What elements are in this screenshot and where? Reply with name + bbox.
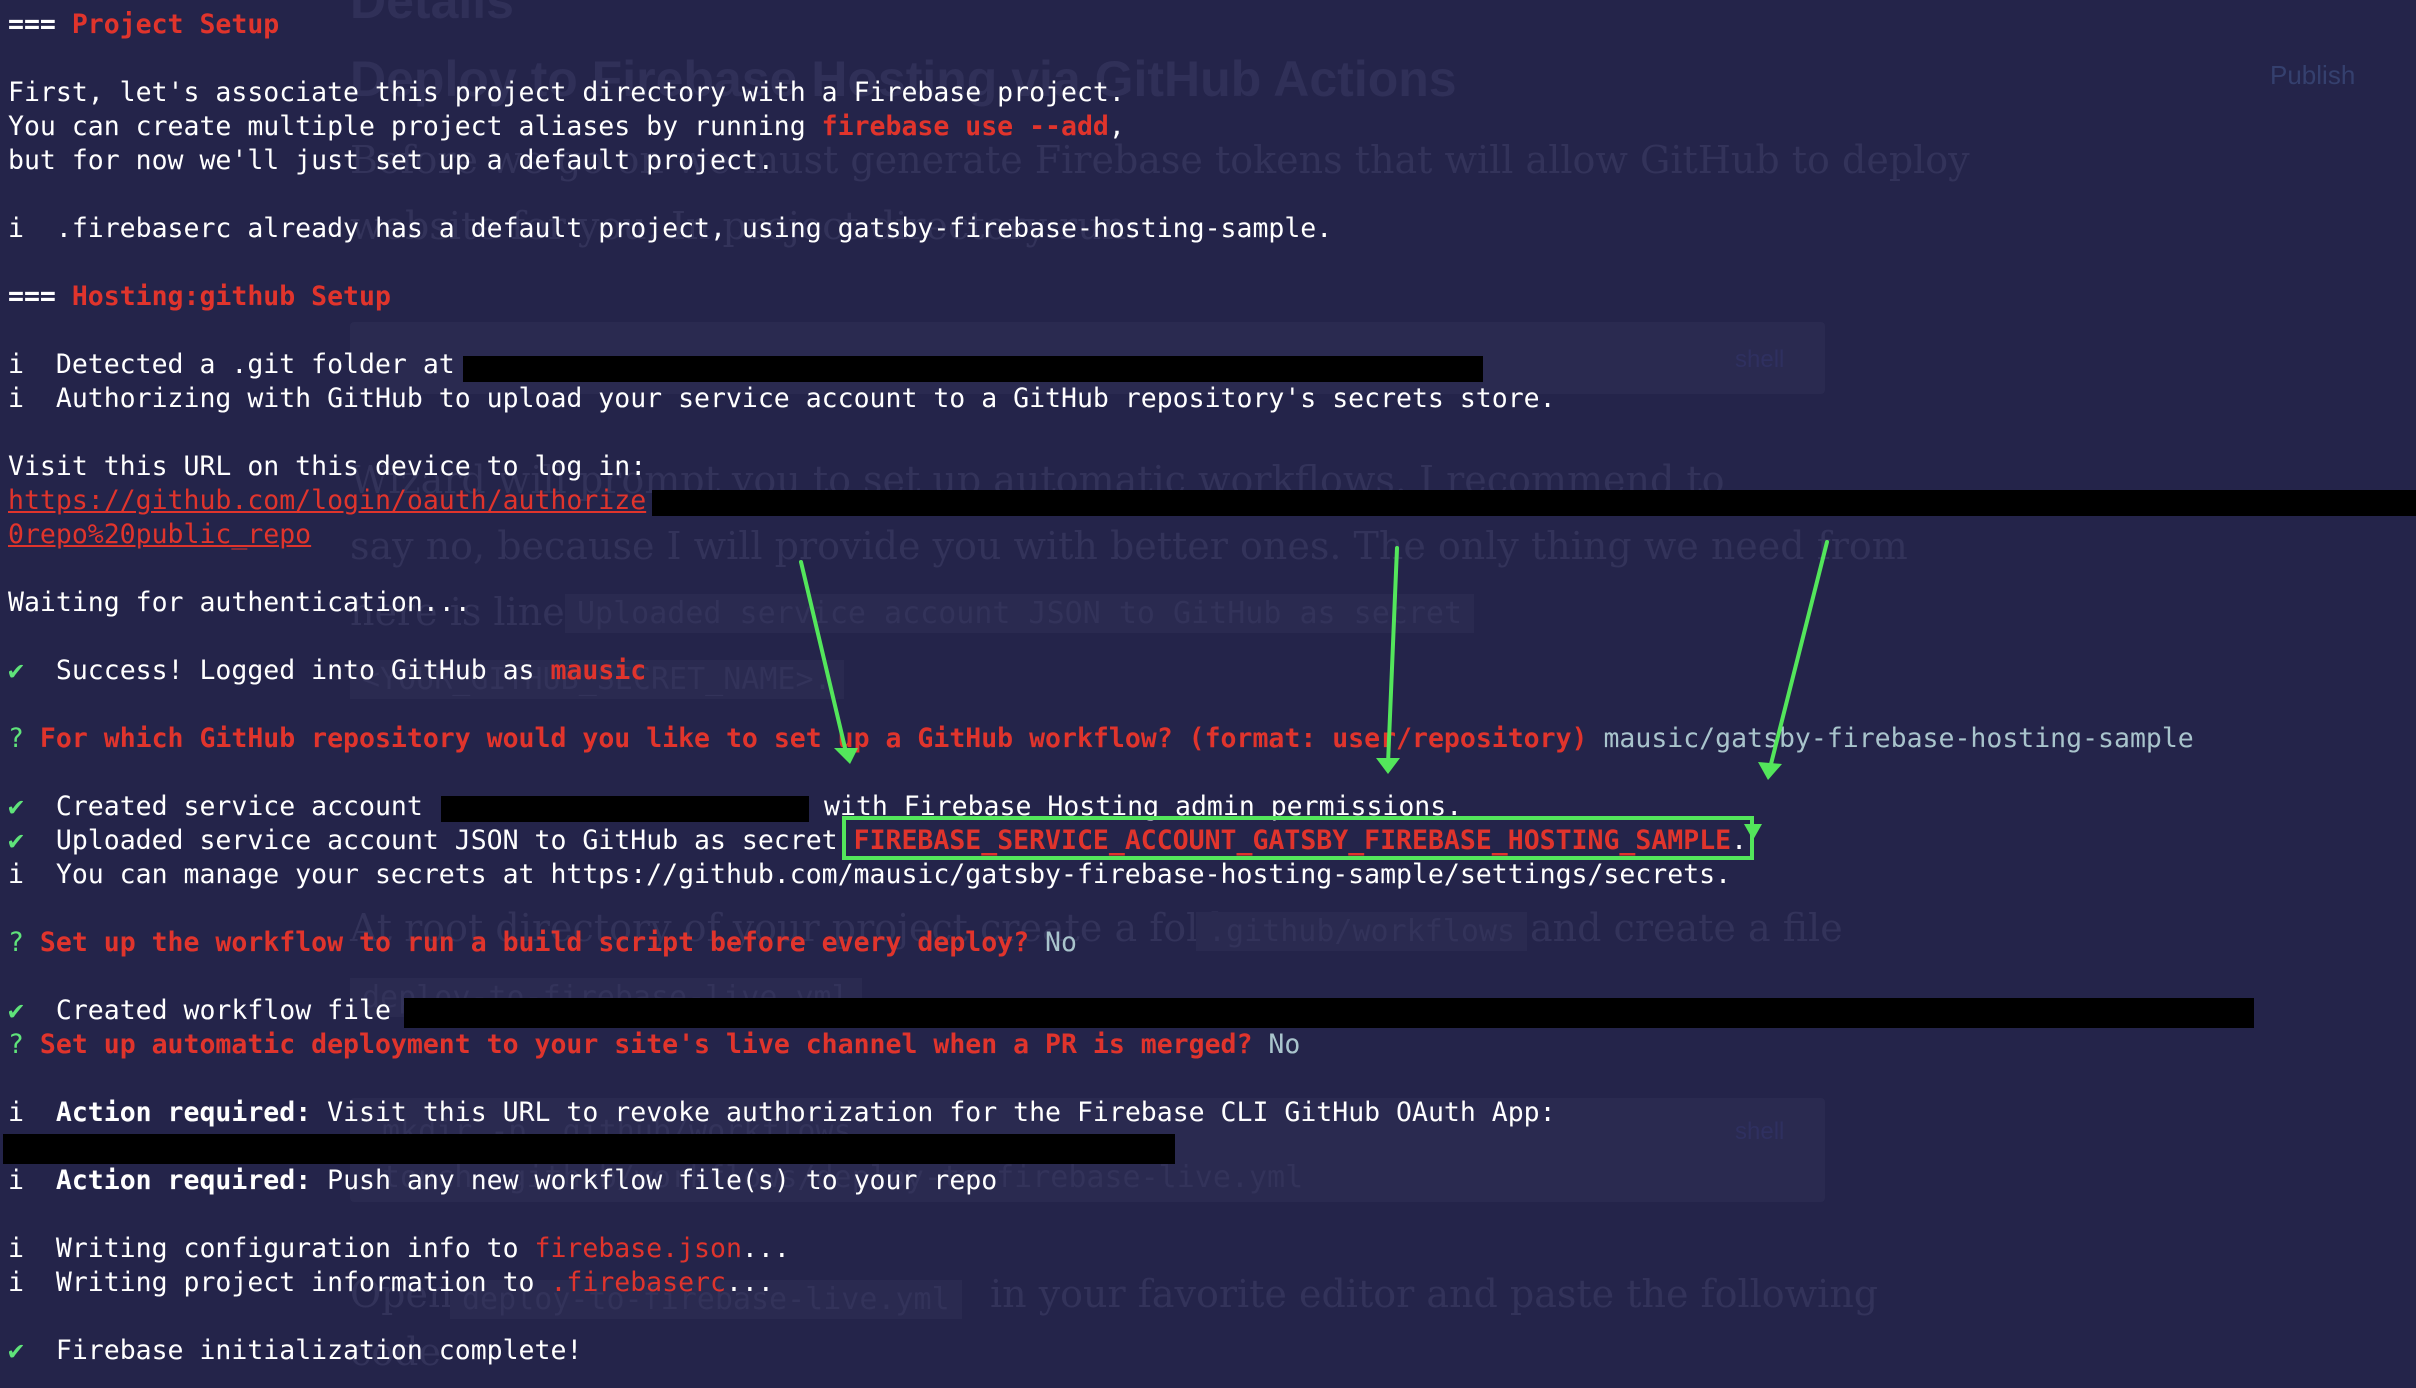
redacted-service-account — [441, 796, 809, 822]
terminal-line-write-config: i Writing configuration info to firebase… — [8, 1233, 790, 1264]
terminal-line: First, let's associate this project dire… — [8, 77, 1125, 108]
section-title: Hosting:github Setup — [71, 281, 391, 312]
checkmark-icon: ✔ — [8, 995, 24, 1026]
oauth-url-link[interactable]: https://github.com/login/oauth/authorize — [8, 484, 646, 518]
terminal-line-action-revoke: i Action required: Visit this URL to rev… — [8, 1097, 1556, 1128]
prompt-answer: mausic/gatsby-firebase-hosting-sample — [1587, 723, 2194, 754]
file-name: firebase.json — [534, 1233, 742, 1264]
prompt-repository: ? For which GitHub repository would you … — [8, 723, 2194, 754]
checkmark-icon: ✔ — [8, 825, 24, 856]
terminal-line: i Detected a .git folder at — [8, 349, 471, 380]
question-icon: ? — [8, 927, 24, 958]
oauth-url-link-continued[interactable]: 0repo%20public_repo — [8, 518, 311, 552]
terminal-line: You can create multiple project aliases … — [8, 111, 1125, 142]
checkmark-icon: ✔ — [8, 1335, 24, 1366]
terminal-line-success-login: ✔ Success! Logged into GitHub as mausic — [8, 655, 647, 686]
terminal-line: Visit this URL on this device to log in: — [8, 451, 647, 482]
section-header-hosting-github: === Hosting:github Setup — [8, 281, 391, 312]
terminal-line: Waiting for authentication... — [8, 587, 471, 618]
prompt-build-script: ? Set up the workflow to run a build scr… — [8, 927, 1077, 958]
terminal-line: i You can manage your secrets at https:/… — [8, 859, 1732, 890]
checkmark-icon: ✔ — [8, 791, 24, 822]
redacted-url-params — [652, 490, 2416, 516]
terminal-window: === Project Setup First, let's associate… — [0, 0, 2416, 1388]
secret-highlight-box — [842, 816, 1754, 860]
terminal-line-write-project: i Writing project information to .fireba… — [8, 1267, 774, 1298]
terminal-line-complete: ✔ Firebase initialization complete! — [8, 1335, 583, 1366]
command-text: firebase use --add — [821, 111, 1109, 142]
terminal-line: i .firebaserc already has a default proj… — [8, 213, 1333, 244]
terminal-line-created-workflow: ✔ Created workflow file — [8, 995, 407, 1026]
question-icon: ? — [8, 723, 24, 754]
checkmark-icon: ✔ — [8, 655, 24, 686]
github-username: mausic — [550, 655, 647, 686]
prompt-answer: No — [1029, 927, 1077, 958]
prompt-answer: No — [1252, 1029, 1301, 1060]
question-icon: ? — [8, 1029, 24, 1060]
terminal-line: but for now we'll just set up a default … — [8, 145, 774, 176]
section-header-project-setup: === Project Setup — [8, 9, 280, 40]
file-name: .firebaserc — [550, 1267, 726, 1298]
redacted-workflow-path — [404, 998, 2254, 1028]
terminal-line-created-service-account: ✔ Created service account — [8, 791, 439, 822]
redacted-git-path — [463, 356, 1483, 382]
prompt-live-deploy: ? Set up automatic deployment to your si… — [8, 1029, 1301, 1060]
redacted-revoke-url — [3, 1134, 1175, 1164]
section-title: Project Setup — [71, 9, 280, 40]
terminal-line-action-push: i Action required: Push any new workflow… — [8, 1165, 998, 1196]
terminal-line: i Authorizing with GitHub to upload your… — [8, 383, 1556, 414]
